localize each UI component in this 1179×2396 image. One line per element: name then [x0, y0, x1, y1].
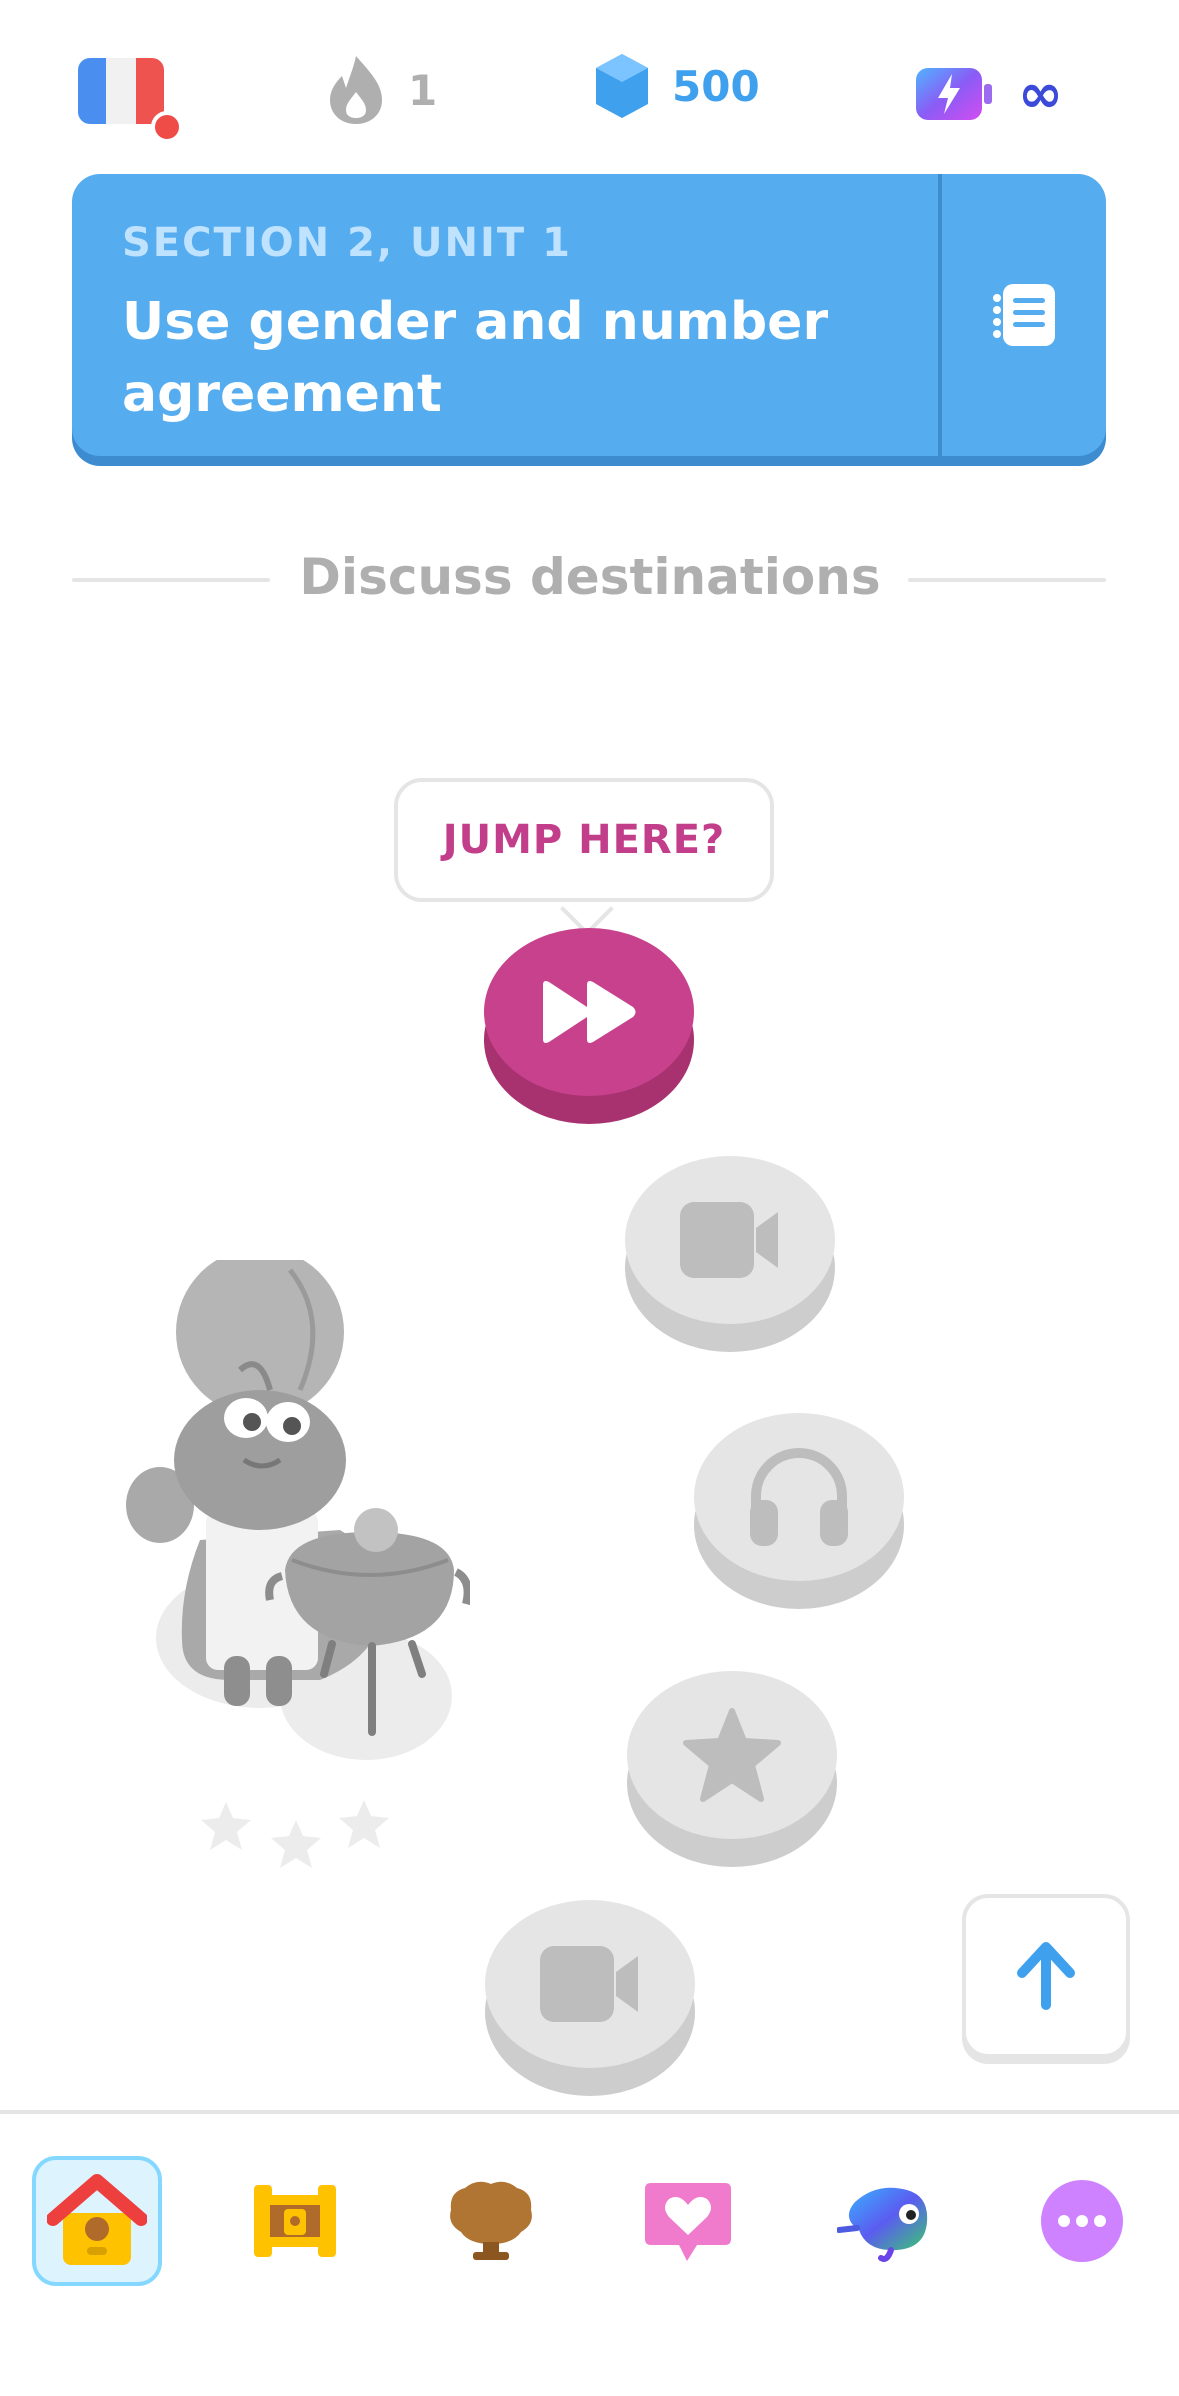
star-outline-icon — [201, 1802, 251, 1850]
scroll-to-current-button[interactable] — [962, 1894, 1130, 2058]
energy-counter[interactable]: ∞ — [914, 62, 1063, 125]
jump-here-node[interactable] — [484, 928, 694, 1124]
divider-line-left — [72, 578, 270, 582]
nav-leaderboards[interactable] — [426, 2156, 556, 2286]
treasure-chest-icon — [254, 2185, 336, 2257]
character-stars — [196, 1796, 396, 1886]
course-flag-french[interactable] — [78, 58, 164, 124]
star-outline-icon — [339, 1800, 389, 1848]
audio-lesson-node[interactable] — [694, 1413, 904, 1609]
headphones-icon — [750, 1448, 848, 1546]
home-icon — [47, 2174, 147, 2265]
streak-counter[interactable]: 1 — [326, 54, 437, 126]
video-camera-icon — [540, 1946, 638, 2022]
trophy-shield-icon — [450, 2181, 532, 2260]
streak-count: 1 — [408, 65, 438, 115]
star-icon — [683, 1708, 781, 1802]
jump-here-tooltip: JUMP HERE? — [394, 778, 774, 902]
nav-profile[interactable] — [820, 2156, 950, 2286]
guidebook-icon — [993, 284, 1055, 346]
gem-icon — [596, 54, 648, 118]
guidebook-button[interactable] — [942, 174, 1106, 456]
section-label: SECTION 2, UNIT 1 — [122, 220, 572, 266]
arrow-up-icon — [1017, 1942, 1075, 2010]
gems-counter[interactable]: 500 — [594, 52, 760, 120]
character-illustration — [120, 1248, 472, 1800]
unit-title: Use gender and number agreement — [122, 292, 829, 424]
nav-learn[interactable] — [32, 2156, 162, 2286]
video-lesson-node[interactable] — [625, 1156, 835, 1352]
bird-avatar-icon — [837, 2187, 928, 2262]
video-lesson-node[interactable] — [485, 1900, 695, 2096]
flame-icon — [330, 56, 382, 124]
energy-infinity: ∞ — [1018, 62, 1063, 125]
bottom-nav-divider — [0, 2110, 1179, 2114]
gems-count: 500 — [672, 61, 760, 111]
nav-practice[interactable] — [230, 2156, 360, 2286]
star-outline-icon — [271, 1820, 321, 1868]
nav-friends[interactable] — [623, 2156, 753, 2286]
more-icon — [1041, 2180, 1123, 2262]
notification-dot — [151, 111, 183, 143]
practice-star-node[interactable] — [627, 1671, 837, 1867]
video-camera-icon — [680, 1202, 778, 1278]
energy-battery-icon — [916, 67, 992, 120]
divider-line-right — [908, 578, 1106, 582]
section-title: Discuss destinations — [299, 548, 881, 606]
jump-here-label: JUMP HERE? — [442, 817, 726, 863]
nav-more[interactable] — [1017, 2156, 1147, 2286]
fast-forward-icon — [543, 981, 636, 1043]
heart-chat-icon — [645, 2183, 731, 2261]
